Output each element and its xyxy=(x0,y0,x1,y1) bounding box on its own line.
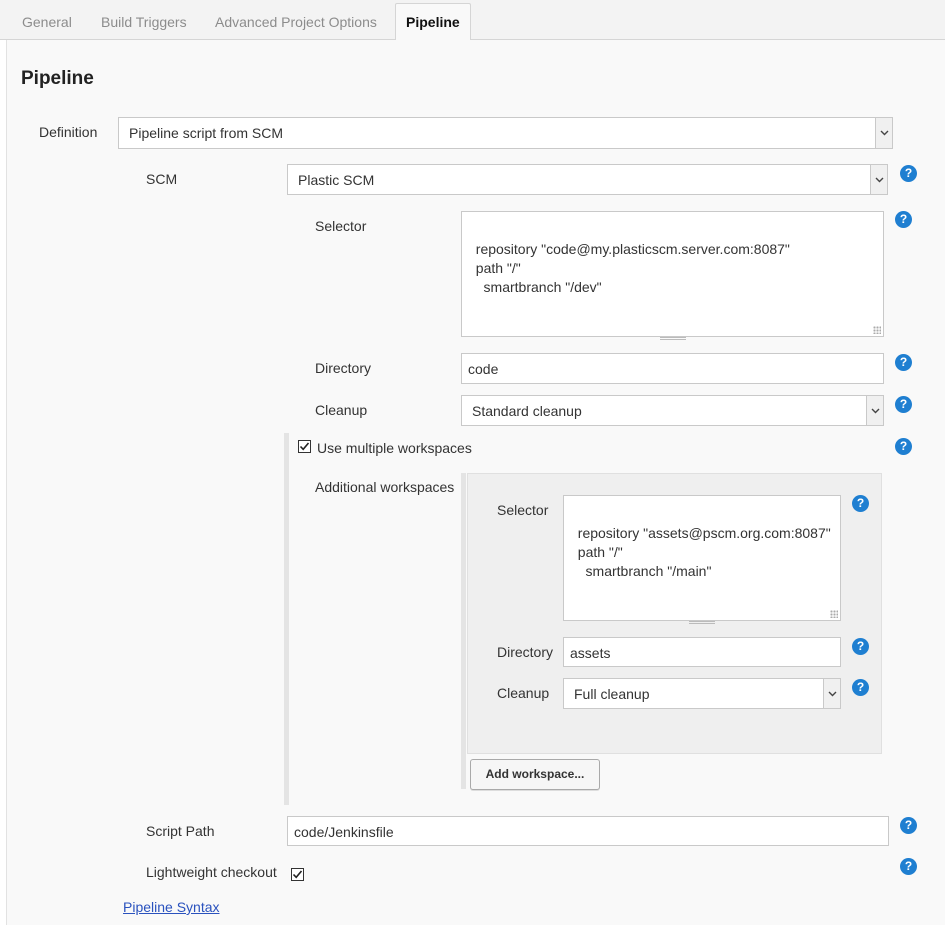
resize-handle[interactable] xyxy=(873,326,881,334)
help-icon[interactable]: ? xyxy=(895,438,912,455)
ws-selector-text: repository "assets@pscm.org.com:8087" pa… xyxy=(577,525,831,579)
scm-value: Plastic SCM xyxy=(298,172,375,188)
help-icon[interactable]: ? xyxy=(895,211,912,228)
ws-cleanup-label: Cleanup xyxy=(497,685,550,701)
help-icon[interactable]: ? xyxy=(900,165,917,182)
chevron-down-icon xyxy=(875,118,892,148)
section-title: Pipeline xyxy=(21,68,94,89)
script-path-label: Script Path xyxy=(146,823,215,839)
pipeline-syntax-link[interactable]: Pipeline Syntax xyxy=(123,899,220,915)
checkmark-icon xyxy=(299,442,310,451)
selector-text: repository "code@my.plasticscm.server.co… xyxy=(475,241,790,295)
cleanup-label: Cleanup xyxy=(315,402,368,418)
tab-advanced-project-options[interactable]: Advanced Project Options xyxy=(215,0,377,40)
ws-directory-label: Directory xyxy=(497,644,554,660)
cleanup-select[interactable]: Standard cleanup xyxy=(461,395,884,426)
chevron-down-icon xyxy=(870,165,887,194)
ws-selector-textarea[interactable]: repository "assets@pscm.org.com:8087" pa… xyxy=(563,495,841,624)
help-icon[interactable]: ? xyxy=(852,638,869,655)
additional-workspaces-label: Additional workspaces xyxy=(315,479,455,495)
selector-label: Selector xyxy=(315,218,367,234)
scm-select[interactable]: Plastic SCM xyxy=(287,164,888,195)
tab-bar: General Build Triggers Advanced Project … xyxy=(0,0,945,41)
tab-build-triggers[interactable]: Build Triggers xyxy=(101,0,187,40)
lightweight-checkout-label: Lightweight checkout xyxy=(146,864,277,880)
help-icon[interactable]: ? xyxy=(895,354,912,371)
checkmark-icon xyxy=(292,870,303,879)
resize-handle[interactable] xyxy=(830,610,838,618)
selector-textarea[interactable]: repository "code@my.plasticscm.server.co… xyxy=(461,211,884,340)
help-icon[interactable]: ? xyxy=(852,495,869,512)
help-icon[interactable]: ? xyxy=(900,817,917,834)
nested-section-bar xyxy=(284,433,289,805)
tab-general[interactable]: General xyxy=(22,0,72,40)
cleanup-value: Standard cleanup xyxy=(472,403,582,419)
chevron-down-icon xyxy=(866,396,883,425)
directory-label: Directory xyxy=(315,360,372,376)
ws-selector-label: Selector xyxy=(497,502,549,518)
script-path-input[interactable]: code/Jenkinsfile xyxy=(287,816,889,846)
ws-cleanup-select[interactable]: Full cleanup xyxy=(563,678,841,709)
directory-input[interactable]: code xyxy=(461,353,884,384)
help-icon[interactable]: ? xyxy=(900,858,917,875)
use-multiple-workspaces-label[interactable]: Use multiple workspaces xyxy=(317,440,472,456)
nested-section-bar xyxy=(461,473,466,789)
definition-label: Definition xyxy=(39,124,98,140)
help-icon[interactable]: ? xyxy=(852,679,869,696)
use-multiple-workspaces-checkbox[interactable] xyxy=(298,440,311,453)
textarea-grip[interactable] xyxy=(462,337,883,341)
add-workspace-button[interactable]: Add workspace... xyxy=(470,759,600,790)
lightweight-checkout-checkbox[interactable] xyxy=(291,868,304,881)
textarea-grip[interactable] xyxy=(564,621,840,625)
help-icon[interactable]: ? xyxy=(895,396,912,413)
definition-select[interactable]: Pipeline script from SCM xyxy=(118,117,893,149)
ws-directory-input[interactable]: assets xyxy=(563,637,841,667)
ws-cleanup-value: Full cleanup xyxy=(574,686,650,702)
scm-label: SCM xyxy=(146,171,178,187)
chevron-down-icon xyxy=(823,679,840,708)
definition-value: Pipeline script from SCM xyxy=(129,125,284,141)
tab-pipeline[interactable]: Pipeline xyxy=(395,3,471,41)
